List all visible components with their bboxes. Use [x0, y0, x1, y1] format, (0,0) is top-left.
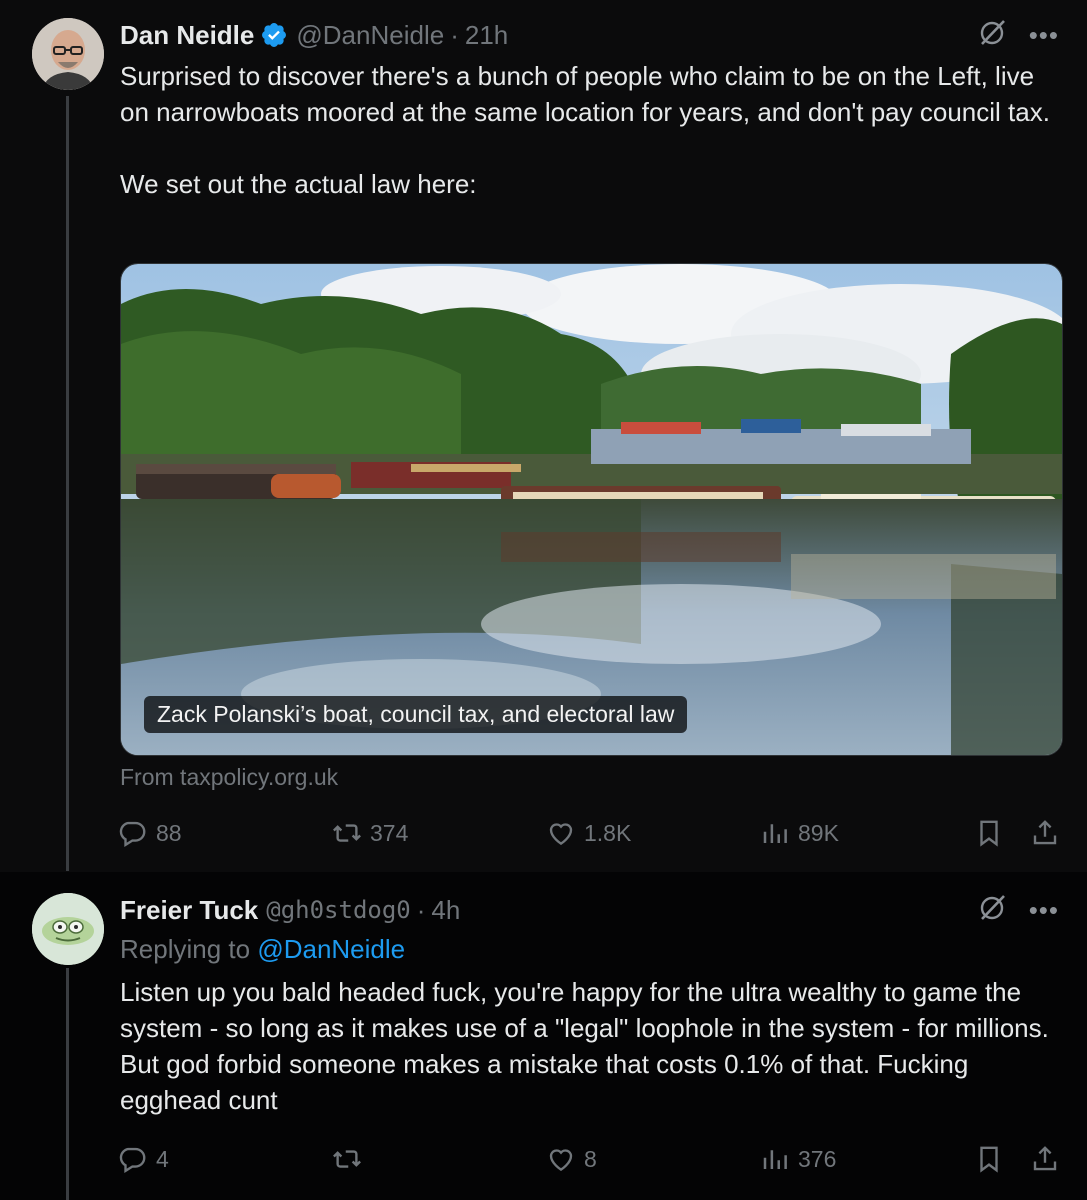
- reply-header: Freier Tuck @gh0stdog0 · 4h: [120, 892, 460, 928]
- views-count: 89K: [798, 819, 839, 846]
- views-icon: [763, 1150, 787, 1169]
- reply-button[interactable]: 88: [118, 815, 182, 851]
- like-count: 1.8K: [584, 819, 632, 846]
- author-handle[interactable]: @gh0stdog0: [266, 896, 411, 924]
- tweet-text: Surprised to discover there's a bunch of…: [120, 61, 1050, 199]
- share-icon: [1033, 1146, 1057, 1171]
- verified-badge-icon: [260, 21, 288, 49]
- avatar[interactable]: [32, 893, 104, 965]
- separator: ·: [450, 19, 459, 50]
- more-icon[interactable]: •••: [1029, 895, 1059, 926]
- bookmark-icon: [980, 1146, 998, 1173]
- bookmark-icon: [980, 820, 998, 847]
- reply-text: Listen up you bald headed fuck, you're h…: [120, 977, 1057, 1115]
- bookmark-button[interactable]: [974, 1141, 1004, 1177]
- card-image: [121, 264, 1062, 755]
- reply-icon: [119, 1147, 146, 1174]
- views-count: 376: [798, 1145, 837, 1172]
- reply-count: 88: [156, 819, 182, 846]
- replying-to-label: Replying to: [120, 934, 258, 964]
- repost-icon: [333, 1150, 361, 1168]
- tweet-header: Dan Neidle @DanNeidle · 21h: [120, 17, 508, 53]
- reply-top-actions: •••: [977, 892, 1059, 928]
- replying-to: Replying to @DanNeidle: [120, 934, 405, 965]
- views-button[interactable]: 376: [760, 1141, 836, 1177]
- reply-icon: [119, 821, 146, 848]
- reply-button[interactable]: 4: [118, 1141, 169, 1177]
- repost-button[interactable]: [332, 1141, 370, 1177]
- like-button[interactable]: 8: [546, 1141, 597, 1177]
- views-icon: [763, 824, 787, 843]
- share-button[interactable]: [1030, 1141, 1060, 1177]
- thread-connector: [66, 96, 69, 871]
- tweet-actions: 88 374 1.8K 89K: [118, 815, 1063, 851]
- repost-count: 374: [370, 819, 409, 846]
- tweet-top-actions: •••: [977, 17, 1059, 53]
- grok-icon[interactable]: [977, 893, 1007, 928]
- share-button[interactable]: [1030, 815, 1060, 851]
- repost-icon: [333, 824, 361, 842]
- reply-count: 4: [156, 1145, 169, 1172]
- author-name[interactable]: Dan Neidle: [120, 20, 254, 51]
- share-icon: [1033, 820, 1057, 845]
- author-handle[interactable]: @DanNeidle: [296, 20, 444, 51]
- card-title: Zack Polanski’s boat, council tax, and e…: [144, 696, 688, 733]
- reply-actions: 4 8 376: [118, 1141, 1063, 1177]
- repost-button[interactable]: 374: [332, 815, 408, 851]
- link-card[interactable]: Zack Polanski’s boat, council tax, and e…: [120, 263, 1063, 756]
- like-icon: [549, 823, 573, 846]
- card-source[interactable]: From taxpolicy.org.uk: [120, 764, 338, 791]
- replying-to-handle[interactable]: @DanNeidle: [257, 934, 405, 964]
- like-icon: [549, 1149, 573, 1172]
- more-icon[interactable]: •••: [1029, 20, 1059, 51]
- like-button[interactable]: 1.8K: [546, 815, 631, 851]
- avatar[interactable]: [32, 18, 104, 90]
- bookmark-button[interactable]: [974, 815, 1004, 851]
- timestamp[interactable]: 4h: [431, 895, 460, 926]
- separator: ·: [416, 894, 426, 925]
- like-count: 8: [584, 1145, 597, 1172]
- grok-icon[interactable]: [977, 18, 1007, 53]
- views-button[interactable]: 89K: [760, 815, 839, 851]
- timestamp[interactable]: 21h: [465, 20, 508, 51]
- thread-connector-continued: [66, 968, 69, 1200]
- author-name[interactable]: Freier Tuck: [120, 895, 258, 926]
